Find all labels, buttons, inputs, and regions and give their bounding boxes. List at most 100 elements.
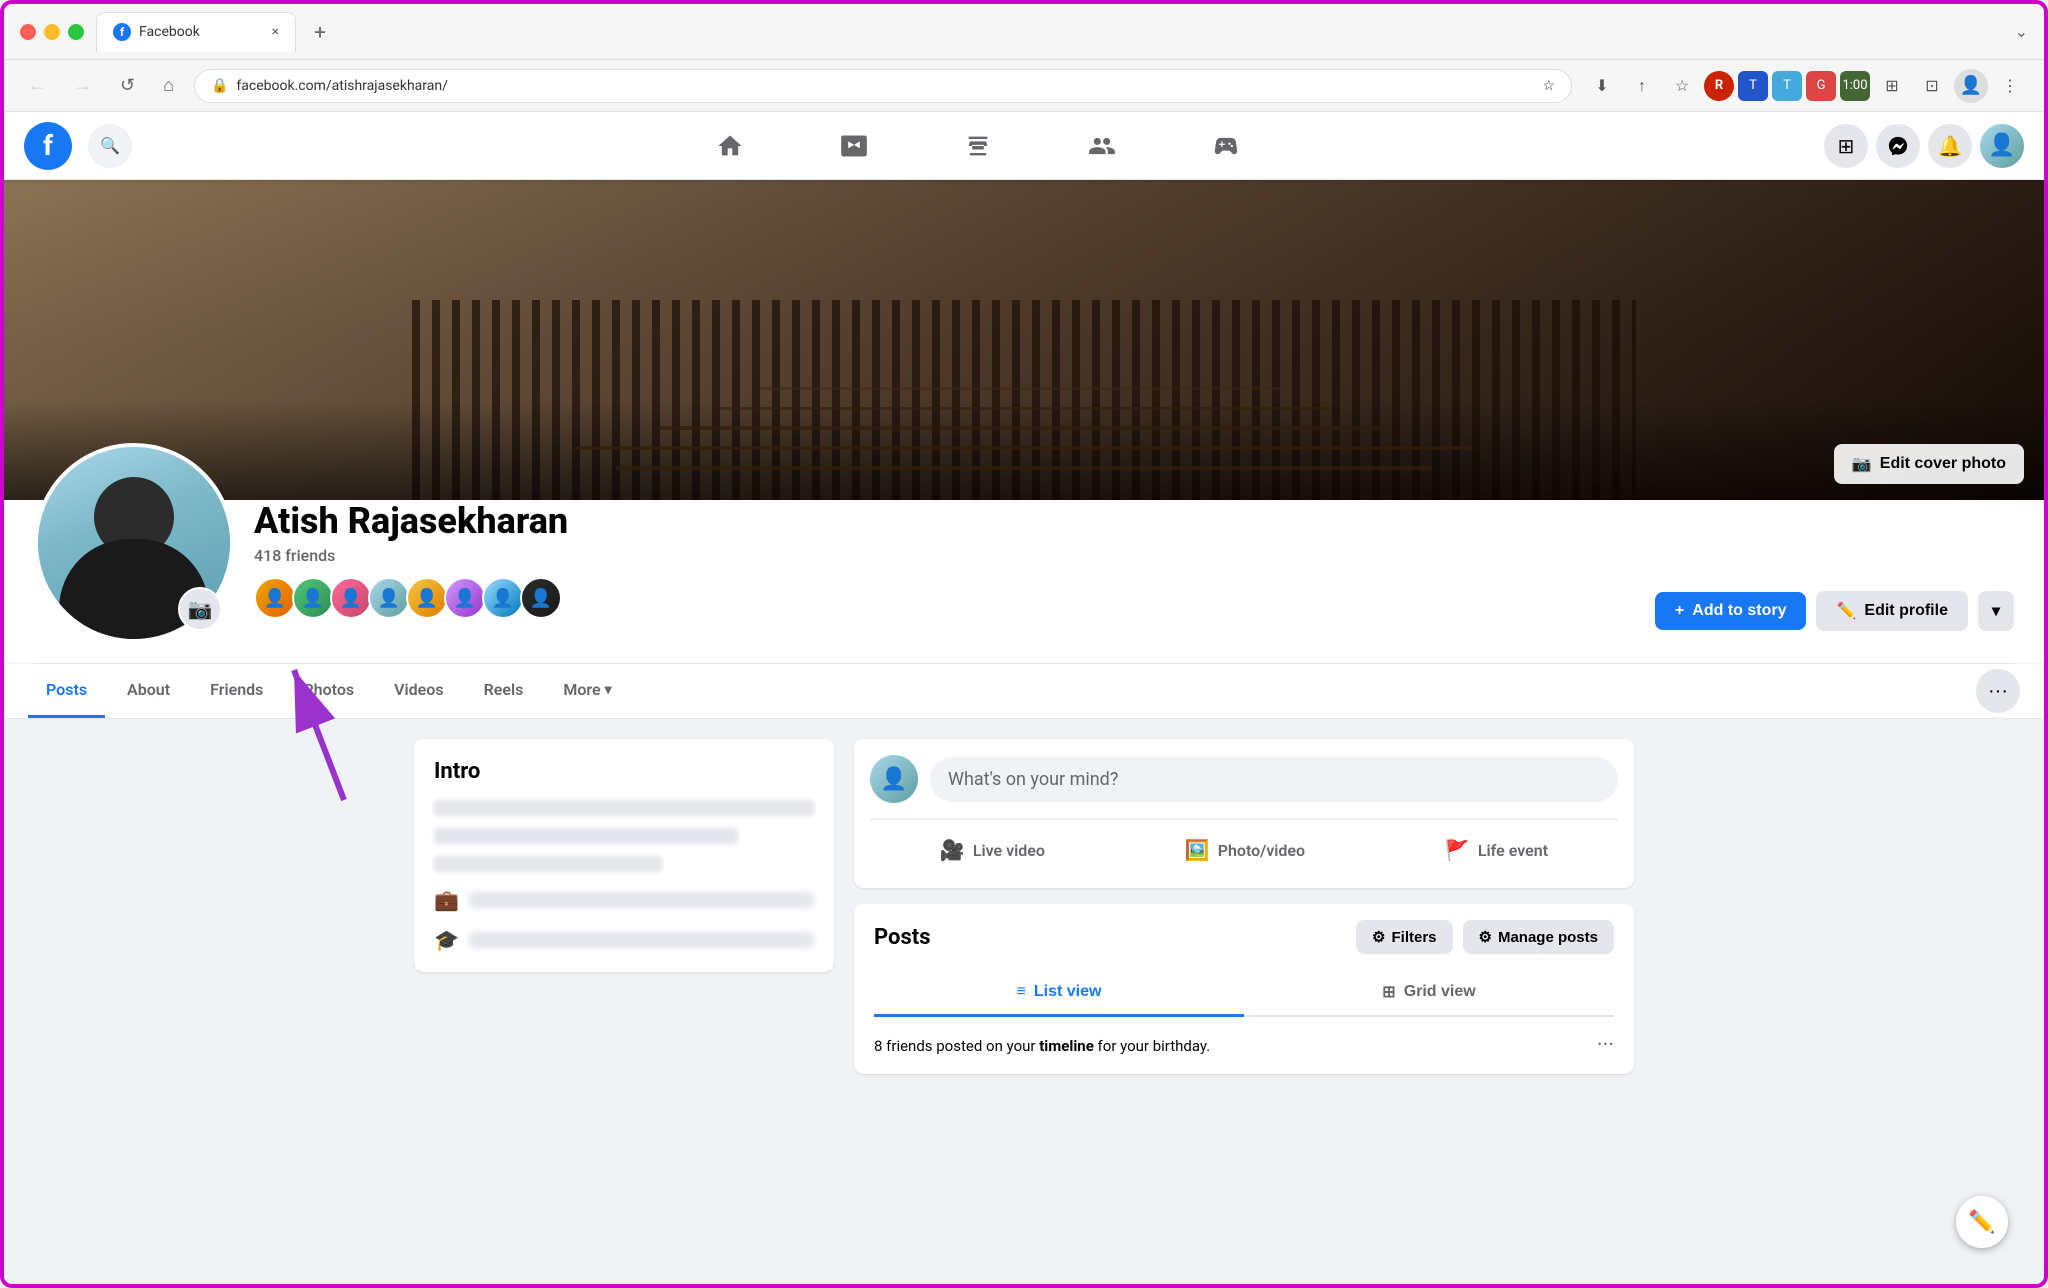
home-button[interactable]: ⌂ [155, 71, 182, 100]
extension-icon-1[interactable]: R [1704, 71, 1734, 101]
tab-videos[interactable]: Videos [376, 664, 461, 718]
life-event-button[interactable]: 🚩 Life event [1425, 828, 1568, 872]
more-chevron-icon: ▾ [605, 682, 612, 698]
tab-reels[interactable]: Reels [466, 664, 542, 718]
nav-gaming-icon[interactable] [1166, 120, 1286, 172]
notifications-button[interactable]: 🔔 [1928, 124, 1972, 168]
browser-window: f Facebook × + ⌄ ← → ↺ ⌂ 🔒 facebook.com/… [0, 0, 2048, 1288]
tab-friends[interactable]: Friends [192, 664, 281, 718]
friend-avatar-1[interactable]: 👤 [254, 577, 296, 619]
filters-button[interactable]: ⚙ Filters [1356, 920, 1452, 954]
floating-action-button[interactable]: ✏️ [1956, 1196, 2008, 1248]
tab-options-button[interactable]: ··· [1976, 669, 2020, 713]
birthday-notice: 8 friends posted on your timeline for yo… [874, 1017, 1614, 1058]
browser-toolbar: ⬇ ↑ ☆ R T T G 1:00 ⊞ ⊡ 👤 ⋮ [1584, 68, 2028, 104]
search-button[interactable]: 🔍 [88, 124, 132, 168]
back-button[interactable]: ← [20, 71, 54, 100]
school-icon: 🎓 [434, 928, 459, 952]
life-event-label: Life event [1478, 841, 1548, 860]
apps-menu-button[interactable]: ⊞ [1824, 124, 1868, 168]
intro-item-1: 💼 [434, 888, 814, 912]
plus-icon: + [1675, 602, 1684, 620]
split-view-icon[interactable]: ⊡ [1914, 68, 1950, 104]
manage-posts-button[interactable]: ⚙ Manage posts [1463, 920, 1614, 954]
birthday-text: 8 friends posted on your timeline for yo… [874, 1037, 1210, 1055]
reload-button[interactable]: ↺ [112, 71, 143, 100]
profile-actions: + Add to story ✏️ Edit profile ▾ [1655, 591, 2014, 643]
profile-avatar-container: 📷 [34, 443, 234, 643]
lock-icon: 🔒 [211, 78, 228, 94]
window-controls[interactable]: ⌄ [2015, 22, 2028, 41]
facebook-logo[interactable]: f [24, 122, 72, 170]
profile-details: Atish Rajasekharan 418 friends 👤 👤 👤 👤 👤… [254, 500, 1635, 643]
share-icon[interactable]: ↑ [1624, 68, 1660, 104]
browser-menu-icon[interactable]: ⋮ [1992, 68, 2028, 104]
address-bar[interactable]: 🔒 facebook.com/atishrajasekharan/ ☆ [194, 69, 1572, 103]
more-options-button[interactable]: ▾ [1978, 591, 2014, 631]
friend-avatar-5[interactable]: 👤 [406, 577, 448, 619]
facebook-nav-icons [148, 120, 1808, 172]
extension-icon-2[interactable]: T [1738, 71, 1768, 101]
new-tab-button[interactable]: + [304, 16, 336, 48]
minimize-traffic-light[interactable] [44, 24, 60, 40]
cover-photo-section: 📷 Edit cover photo [4, 180, 2044, 500]
search-icon: 🔍 [100, 136, 120, 155]
intro-item-2: 🎓 [434, 928, 814, 952]
nav-video-icon[interactable] [794, 120, 914, 172]
nav-groups-icon[interactable] [1042, 120, 1162, 172]
tab-close-button[interactable]: × [272, 24, 279, 40]
friend-avatar-7[interactable]: 👤 [482, 577, 524, 619]
user-profile-button[interactable]: 👤 [1980, 124, 2024, 168]
list-icon: ≡ [1017, 983, 1026, 1001]
friend-avatar-3[interactable]: 👤 [330, 577, 372, 619]
list-view-label: List view [1034, 983, 1102, 1001]
profile-info-section: 📷 Atish Rajasekharan 418 friends 👤 👤 👤 👤… [4, 500, 2044, 663]
change-avatar-button[interactable]: 📷 [178, 587, 222, 631]
friend-avatar-6[interactable]: 👤 [444, 577, 486, 619]
close-traffic-light[interactable] [20, 24, 36, 40]
posts-tools: ⚙ Filters ⚙ Manage posts [1356, 920, 1614, 954]
star-icon[interactable]: ☆ [1542, 78, 1555, 94]
intro-school-text [469, 932, 814, 948]
forward-button[interactable]: → [66, 71, 100, 100]
extension-icon-3[interactable]: T [1772, 71, 1802, 101]
facebook-right-icons: ⊞ 🔔 👤 [1824, 124, 2024, 168]
browser-tab-facebook[interactable]: f Facebook × [96, 12, 296, 52]
tab-about[interactable]: About [109, 664, 188, 718]
messenger-button[interactable] [1876, 124, 1920, 168]
whats-on-your-mind-input[interactable]: What's on your mind? [930, 757, 1618, 802]
extension-icon-4[interactable]: G [1806, 71, 1836, 101]
friend-avatar-2[interactable]: 👤 [292, 577, 334, 619]
extensions-icon[interactable]: ⊞ [1874, 68, 1910, 104]
friend-avatar-8[interactable]: 👤 [520, 577, 562, 619]
grid-view-button[interactable]: ⊞ Grid view [1244, 970, 1614, 1017]
nav-store-icon[interactable] [918, 120, 1038, 172]
list-view-button[interactable]: ≡ List view [874, 970, 1244, 1017]
live-video-icon: 🎥 [940, 838, 965, 862]
tab-more[interactable]: More ▾ [545, 664, 629, 718]
edit-profile-button[interactable]: ✏️ Edit profile [1816, 591, 1967, 631]
live-video-button[interactable]: 🎥 Live video [920, 828, 1065, 872]
tab-bar: f Facebook × + [96, 12, 2003, 52]
more-label: More [563, 680, 600, 699]
add-to-story-button[interactable]: + Add to story [1655, 592, 1807, 630]
posts-title: Posts [874, 925, 931, 950]
live-video-label: Live video [973, 841, 1045, 860]
edit-cover-photo-button[interactable]: 📷 Edit cover photo [1834, 444, 2024, 484]
browser-user-avatar[interactable]: 👤 [1954, 69, 1988, 103]
nav-home-icon[interactable] [670, 120, 790, 172]
tab-posts[interactable]: Posts [28, 664, 105, 718]
intro-line-2 [434, 828, 738, 844]
photo-video-button[interactable]: 🖼️ Photo/video [1165, 828, 1325, 872]
profile-name: Atish Rajasekharan [254, 500, 1635, 542]
posts-header-row: Posts ⚙ Filters ⚙ Manage posts [874, 920, 1614, 954]
maximize-traffic-light[interactable] [68, 24, 84, 40]
bookmark-icon[interactable]: ☆ [1664, 68, 1700, 104]
life-event-icon: 🚩 [1445, 838, 1470, 862]
extension-icon-5[interactable]: 1:00 [1840, 71, 1870, 101]
friend-avatar-4[interactable]: 👤 [368, 577, 410, 619]
download-icon[interactable]: ⬇ [1584, 68, 1620, 104]
tab-photos[interactable]: Photos [285, 664, 372, 718]
intro-card: Intro 💼 🎓 [414, 739, 834, 972]
birthday-more-button[interactable]: ··· [1597, 1033, 1614, 1058]
